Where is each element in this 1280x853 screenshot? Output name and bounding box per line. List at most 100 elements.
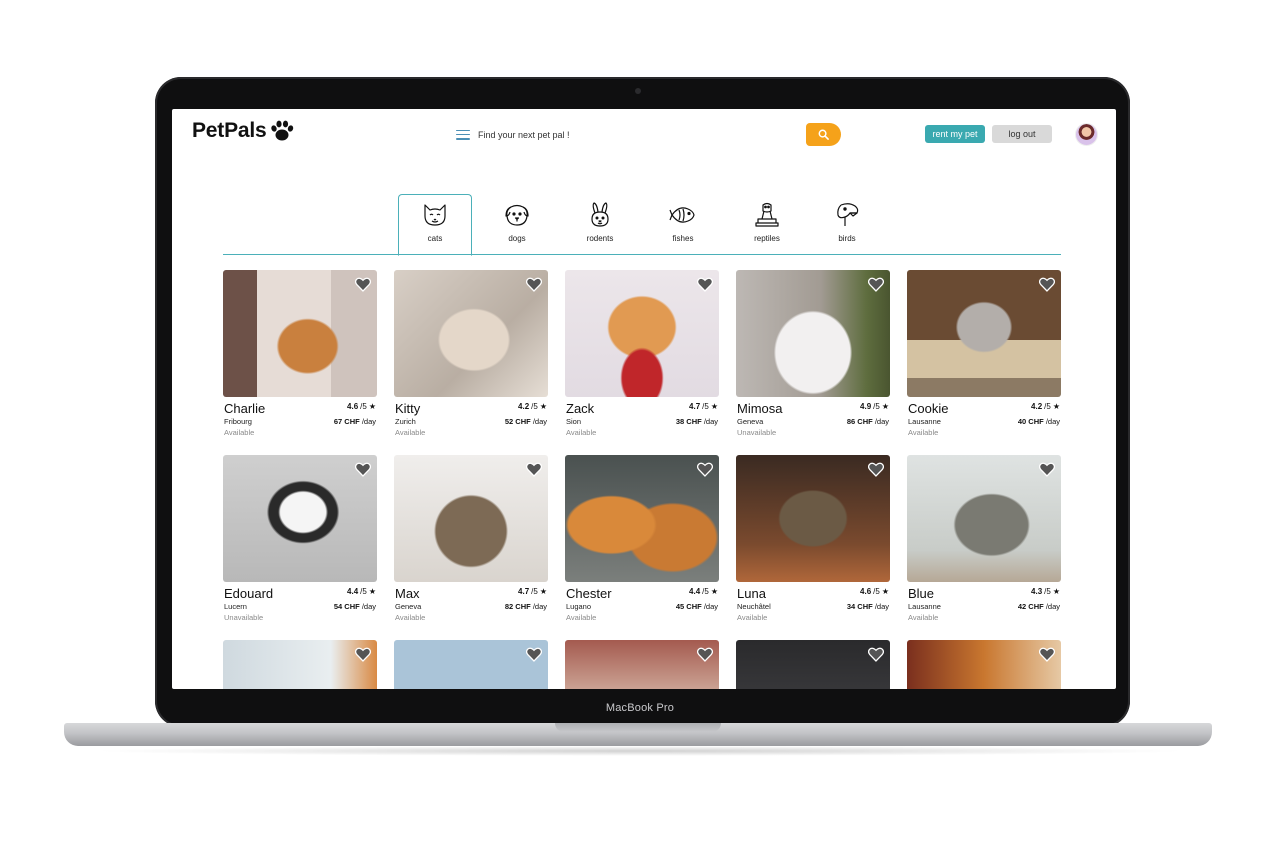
- heart-icon[interactable]: [697, 462, 713, 477]
- pet-name: Charlie: [224, 401, 266, 416]
- heart-icon[interactable]: [526, 277, 542, 292]
- heart-icon[interactable]: [868, 462, 884, 477]
- pet-rating: 4.2/5 ★: [1031, 402, 1060, 411]
- pet-photo[interactable]: [223, 640, 377, 689]
- pet-price: 34 CHF /day: [846, 602, 889, 611]
- pet-rating: 4.6/5 ★: [860, 587, 889, 596]
- pet-photo[interactable]: [565, 270, 719, 397]
- star-icon: ★: [368, 402, 376, 411]
- pet-rating: 4.3/5 ★: [1031, 587, 1060, 596]
- pet-rating: 4.7/5 ★: [689, 402, 718, 411]
- webcam: [635, 88, 641, 94]
- pet-availability: Available: [737, 613, 768, 622]
- pet-photo[interactable]: [736, 270, 890, 397]
- heart-icon[interactable]: [1039, 462, 1055, 477]
- pet-name: Max: [395, 586, 420, 601]
- pet-name: Chester: [566, 586, 612, 601]
- device-label: MacBook Pro: [605, 702, 675, 714]
- pet-price: 42 CHF /day: [1017, 602, 1060, 611]
- heart-icon[interactable]: [355, 277, 371, 292]
- pet-card[interactable]: Cookie 4.2/5 ★ Lausanne 40 CHF /day Avail…: [907, 270, 1061, 437]
- rent-my-pet-button[interactable]: rent my pet: [925, 125, 985, 143]
- laptop-notch: [555, 723, 721, 732]
- star-icon: ★: [881, 587, 889, 596]
- pet-location: Lausanne: [908, 417, 941, 426]
- pet-photo[interactable]: [907, 270, 1061, 397]
- logo[interactable]: PetPals: [192, 119, 295, 143]
- pet-card[interactable]: [736, 640, 890, 689]
- tab-rodents[interactable]: rodents: [565, 201, 635, 249]
- search-icon: [818, 129, 829, 140]
- heart-icon[interactable]: [868, 647, 884, 662]
- heart-icon[interactable]: [697, 277, 713, 292]
- pet-photo[interactable]: [223, 455, 377, 582]
- search-input[interactable]: [478, 129, 798, 140]
- tab-cats[interactable]: cats: [400, 201, 470, 249]
- search-bar: [450, 123, 841, 146]
- pet-location: Sion: [566, 417, 582, 426]
- pet-name: Kitty: [395, 401, 421, 416]
- pet-card[interactable]: Mimosa 4.9/5 ★ Geneva 86 CHF /day Unavail…: [736, 270, 890, 437]
- pet-photo[interactable]: [736, 455, 890, 582]
- heart-icon[interactable]: [526, 462, 542, 477]
- pet-price: 67 CHF /day: [333, 417, 376, 426]
- pet-price: 86 CHF /day: [846, 417, 889, 426]
- tab-birds[interactable]: birds: [812, 201, 882, 249]
- heart-icon[interactable]: [526, 647, 542, 662]
- heart-icon[interactable]: [355, 647, 371, 662]
- pet-photo[interactable]: [736, 640, 890, 689]
- pet-card[interactable]: Max 4.7/5 ★ Geneva 82 CHF /day Available: [394, 455, 548, 622]
- star-icon: ★: [368, 587, 376, 596]
- star-icon: ★: [539, 402, 547, 411]
- heart-icon[interactable]: [355, 462, 371, 477]
- pet-photo[interactable]: [394, 640, 548, 689]
- heart-icon[interactable]: [1039, 277, 1055, 292]
- pet-card[interactable]: Blue 4.3/5 ★ Lausanne 42 CHF /day Availab…: [907, 455, 1061, 622]
- pet-photo[interactable]: [394, 270, 548, 397]
- tab-dogs[interactable]: dogs: [482, 201, 552, 249]
- pet-rating: 4.6/5 ★: [347, 402, 376, 411]
- tab-fishes[interactable]: fishes: [648, 201, 718, 249]
- pet-rating: 4.7/5 ★: [518, 587, 547, 596]
- pet-rating: 4.4/5 ★: [347, 587, 376, 596]
- menu-icon[interactable]: [456, 129, 470, 140]
- pet-card[interactable]: Charlie 4.6/5 ★ Fribourg 67 CHF /day Avai…: [223, 270, 377, 437]
- pet-price: 45 CHF /day: [675, 602, 718, 611]
- rabbit-icon: [591, 202, 609, 227]
- pet-card[interactable]: Chester 4.4/5 ★ Lugano 45 CHF /day Availa…: [565, 455, 719, 622]
- logout-button[interactable]: log out: [992, 125, 1052, 143]
- user-avatar[interactable]: [1075, 123, 1098, 146]
- pet-card[interactable]: [565, 640, 719, 689]
- search-button[interactable]: [806, 123, 841, 146]
- pet-rating: 4.2/5 ★: [518, 402, 547, 411]
- pet-photo[interactable]: [223, 270, 377, 397]
- pet-price: 40 CHF /day: [1017, 417, 1060, 426]
- pet-card[interactable]: Zack 4.7/5 ★ Sion 38 CHF /day Available: [565, 270, 719, 437]
- pet-photo[interactable]: [394, 455, 548, 582]
- pet-card[interactable]: Edouard 4.4/5 ★ Lucern 54 CHF /day Unavai…: [223, 455, 377, 622]
- pet-availability: Available: [908, 613, 939, 622]
- pet-card[interactable]: Luna 4.6/5 ★ Neuchâtel 34 CHF /day Availa…: [736, 455, 890, 622]
- heart-icon[interactable]: [1039, 647, 1055, 662]
- tab-reptiles[interactable]: reptiles: [732, 201, 802, 249]
- pet-card[interactable]: [907, 640, 1061, 689]
- pet-availability: Unavailable: [224, 613, 264, 622]
- pet-availability: Available: [395, 613, 426, 622]
- pet-availability: Unavailable: [737, 428, 777, 437]
- pet-photo[interactable]: [565, 455, 719, 582]
- pet-card[interactable]: [223, 640, 377, 689]
- pet-photo[interactable]: [907, 455, 1061, 582]
- bird-icon: [837, 203, 859, 226]
- heart-icon[interactable]: [868, 277, 884, 292]
- pet-availability: Available: [224, 428, 255, 437]
- pet-card[interactable]: [394, 640, 548, 689]
- pet-price: 82 CHF /day: [504, 602, 547, 611]
- pet-price: 52 CHF /day: [504, 417, 547, 426]
- pet-card[interactable]: Kitty 4.2/5 ★ Zurich 52 CHF /day Availabl…: [394, 270, 548, 437]
- pet-price: 38 CHF /day: [675, 417, 718, 426]
- paw-icon: [271, 120, 294, 141]
- heart-icon[interactable]: [697, 647, 713, 662]
- pet-photo[interactable]: [565, 640, 719, 689]
- pet-photo[interactable]: [907, 640, 1061, 689]
- dog-icon: [505, 204, 529, 226]
